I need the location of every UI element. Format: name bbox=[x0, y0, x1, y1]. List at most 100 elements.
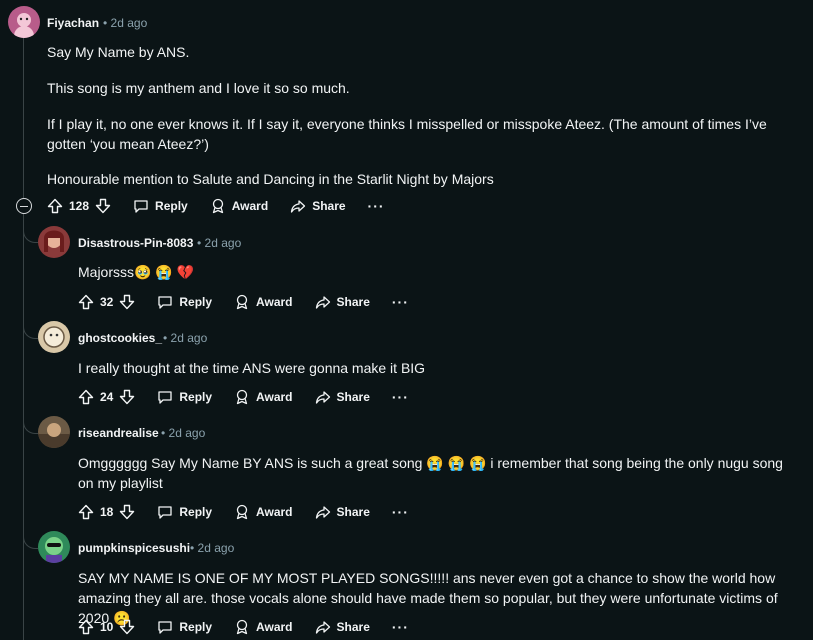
upvote-icon[interactable] bbox=[78, 619, 94, 635]
avatar[interactable] bbox=[38, 226, 70, 258]
vote-count: 24 bbox=[100, 390, 114, 404]
reply-button[interactable]: Reply bbox=[157, 389, 212, 405]
avatar[interactable] bbox=[38, 416, 70, 448]
award-icon bbox=[236, 389, 248, 405]
share-button[interactable]: Share bbox=[315, 294, 370, 310]
vote-count: 32 bbox=[100, 295, 114, 309]
share-arrow-icon bbox=[315, 296, 330, 309]
more-options-button[interactable]: ··· bbox=[392, 389, 409, 405]
vote-control: 32 bbox=[78, 294, 135, 310]
share-arrow-icon bbox=[291, 200, 306, 213]
downvote-icon[interactable] bbox=[119, 619, 135, 635]
comment-timestamp[interactable]: • 2d ago bbox=[197, 236, 241, 250]
collapse-icon[interactable] bbox=[16, 198, 32, 214]
reply-button[interactable]: Reply bbox=[157, 504, 212, 520]
vote-control: 128 bbox=[47, 198, 111, 214]
comment-body: Omgggggg Say My Name BY ANS is such a gr… bbox=[78, 455, 783, 491]
separator-dot: • bbox=[197, 236, 202, 250]
avatar-icon bbox=[14, 13, 34, 38]
comment-actions: 32 Reply Award Share ··· bbox=[78, 290, 409, 314]
reply-label: Reply bbox=[179, 295, 213, 309]
downvote-icon[interactable] bbox=[119, 389, 135, 405]
avatar[interactable] bbox=[38, 531, 70, 563]
downvote-icon[interactable] bbox=[119, 504, 135, 520]
award-label: Award bbox=[256, 620, 293, 634]
upvote-icon[interactable] bbox=[78, 504, 94, 520]
award-button[interactable]: Award bbox=[210, 198, 268, 214]
share-label: Share bbox=[336, 295, 370, 309]
comment-timestamp[interactable]: • 2d ago bbox=[103, 16, 147, 30]
avatar[interactable] bbox=[38, 321, 70, 353]
reply-button[interactable]: Reply bbox=[157, 619, 212, 635]
comment-body: Say My Name by ANS. This song is my anth… bbox=[47, 42, 797, 189]
award-icon bbox=[236, 294, 248, 310]
thread-branch bbox=[23, 324, 38, 339]
comment-actions: 24 Reply Award Share ··· bbox=[78, 385, 409, 409]
reply-button[interactable]: Reply bbox=[157, 294, 212, 310]
comment-author[interactable]: ghostcookies_ bbox=[78, 331, 162, 345]
comment-paragraph: This song is my anthem and I love it so … bbox=[47, 80, 350, 96]
comment-author[interactable]: pumpkinspicesushi bbox=[78, 541, 190, 555]
comment-author[interactable]: Fiyachan bbox=[47, 16, 99, 30]
upvote-icon[interactable] bbox=[78, 294, 94, 310]
comment-body: Majorsss🥹 😭 💔 bbox=[78, 264, 195, 280]
time-text: 2d ago bbox=[197, 541, 235, 555]
award-button[interactable]: Award bbox=[234, 504, 293, 520]
reply-label: Reply bbox=[179, 620, 213, 634]
comment-author[interactable]: Disastrous-Pin-8083 bbox=[78, 236, 193, 250]
more-options-button[interactable]: ··· bbox=[392, 619, 409, 635]
avatar-icon bbox=[38, 423, 70, 448]
award-icon bbox=[236, 504, 248, 520]
avatar-icon bbox=[45, 537, 63, 563]
upvote-icon[interactable] bbox=[47, 198, 63, 214]
share-button[interactable]: Share bbox=[315, 619, 370, 635]
vote-control: 24 bbox=[78, 389, 135, 405]
comment-timestamp[interactable]: • 2d ago bbox=[161, 426, 205, 440]
comment-actions: 18 Reply Award Share ··· bbox=[78, 500, 409, 524]
time-text: 2d ago bbox=[170, 331, 208, 345]
award-button[interactable]: Award bbox=[234, 389, 293, 405]
reply-bubble-icon bbox=[158, 621, 173, 634]
downvote-icon[interactable] bbox=[119, 294, 135, 310]
time-text: 2d ago bbox=[204, 236, 242, 250]
share-label: Share bbox=[336, 505, 370, 519]
separator-dot: • bbox=[190, 541, 195, 555]
downvote-icon[interactable] bbox=[95, 198, 111, 214]
comment-author[interactable]: riseandrealise bbox=[78, 426, 159, 440]
share-button[interactable]: Share bbox=[290, 198, 346, 214]
comment-actions: 128 Reply Award Share ··· bbox=[47, 194, 385, 218]
award-icon bbox=[212, 198, 223, 214]
thread-branch bbox=[23, 419, 38, 434]
more-options-button[interactable]: ··· bbox=[368, 198, 385, 214]
avatar-icon bbox=[44, 230, 64, 252]
thread-line[interactable] bbox=[23, 38, 24, 198]
award-button[interactable]: Award bbox=[234, 619, 293, 635]
award-label: Award bbox=[231, 199, 269, 213]
more-options-button[interactable]: ··· bbox=[392, 504, 409, 520]
separator-dot: • bbox=[163, 331, 168, 345]
share-button[interactable]: Share bbox=[315, 389, 370, 405]
vote-count: 128 bbox=[69, 199, 90, 213]
reply-label: Reply bbox=[179, 505, 213, 519]
more-options-button[interactable]: ··· bbox=[392, 294, 409, 310]
reply-button[interactable]: Reply bbox=[133, 198, 188, 214]
separator-dot: • bbox=[103, 16, 108, 30]
share-button[interactable]: Share bbox=[315, 504, 370, 520]
comment-paragraph: Say My Name by ANS. bbox=[47, 44, 190, 60]
share-label: Share bbox=[336, 390, 370, 404]
reply-bubble-icon bbox=[158, 391, 173, 404]
reply-bubble-icon bbox=[158, 506, 173, 519]
vote-control: 18 bbox=[78, 504, 135, 520]
avatar[interactable] bbox=[8, 6, 40, 38]
share-label: Share bbox=[336, 620, 370, 634]
share-arrow-icon bbox=[315, 506, 330, 519]
comment-paragraph: Honourable mention to Salute and Dancing… bbox=[47, 171, 494, 187]
reply-bubble-icon bbox=[158, 296, 173, 309]
award-button[interactable]: Award bbox=[234, 294, 293, 310]
comment-timestamp[interactable]: • 2d ago bbox=[190, 541, 234, 555]
award-label: Award bbox=[256, 295, 293, 309]
upvote-icon[interactable] bbox=[78, 389, 94, 405]
vote-control: 10 bbox=[78, 619, 135, 635]
share-arrow-icon bbox=[315, 621, 330, 634]
comment-timestamp[interactable]: • 2d ago bbox=[163, 331, 207, 345]
